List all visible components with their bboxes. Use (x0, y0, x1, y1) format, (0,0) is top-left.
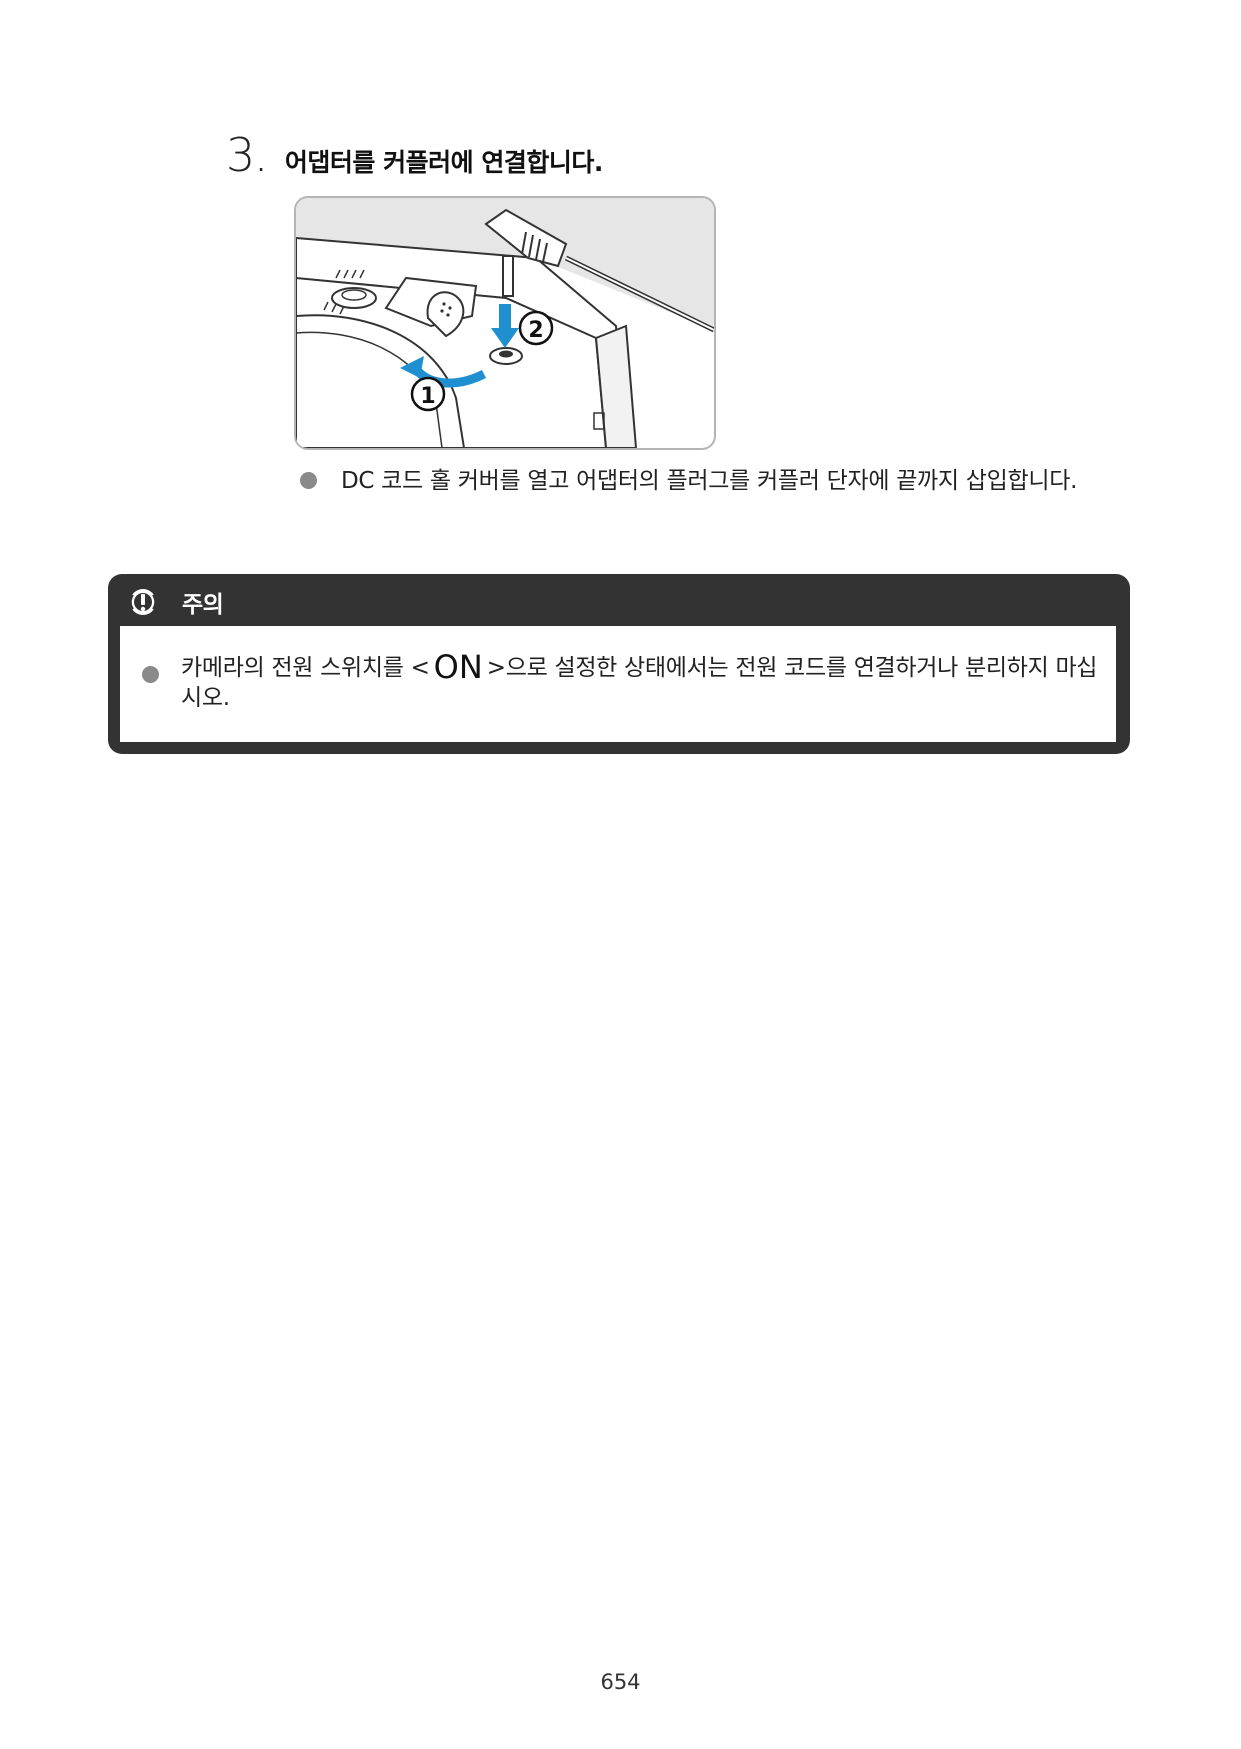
caution-box: 주의 카메라의 전원 스위치를 < ON >으로 설정한 상태에서는 전원 코드를 … (108, 574, 1130, 754)
callout-2-label: 2 (528, 318, 543, 343)
on-switch-symbol: ON (433, 648, 483, 686)
coupler-hole (499, 350, 513, 358)
instruction-bullet: DC 코드 홀 커버를 열고 어댑터의 플러그를 커플러 단자에 끝까지 삽입합… (300, 466, 1140, 496)
caution-text-before: 카메라의 전원 스위치를 (181, 655, 411, 681)
mode-dial (331, 287, 377, 309)
bracket-close: > (486, 655, 506, 681)
step-number: 3 (226, 128, 256, 182)
plug-pin (502, 255, 514, 297)
bullet-dot (142, 666, 159, 683)
caution-text: 카메라의 전원 스위치를 < ON >으로 설정한 상태에서는 전원 코드를 연결하… (181, 651, 1101, 713)
camera-coupler-drawing: 2 1 (296, 198, 714, 448)
callout-1-label: 1 (420, 384, 435, 409)
bracket-open: < (410, 655, 430, 681)
step-title: 어댑터를 커플러에 연결합니다. (284, 148, 603, 177)
insert-arrow-shaft (499, 304, 511, 332)
caution-body: 카메라의 전원 스위치를 < ON >으로 설정한 상태에서는 전원 코드를 연결하… (120, 626, 1116, 742)
page-number: 654 (600, 1670, 641, 1694)
caution-icon (129, 589, 157, 615)
caution-title: 주의 (182, 592, 224, 618)
step-number-dot: . (257, 149, 265, 177)
step-heading: 3 . 어댑터를 커플러에 연결합니다. (226, 132, 603, 179)
caution-header: 주의 (128, 582, 224, 622)
camera-adapter-illustration: 2 1 (294, 196, 716, 450)
bullet-dot (300, 472, 317, 489)
caution-bullet: 카메라의 전원 스위치를 < ON >으로 설정한 상태에서는 전원 코드를 연결하… (142, 651, 1102, 713)
instruction-text: DC 코드 홀 커버를 열고 어댑터의 플러그를 커플러 단자에 끝까지 삽입합… (341, 468, 1078, 494)
